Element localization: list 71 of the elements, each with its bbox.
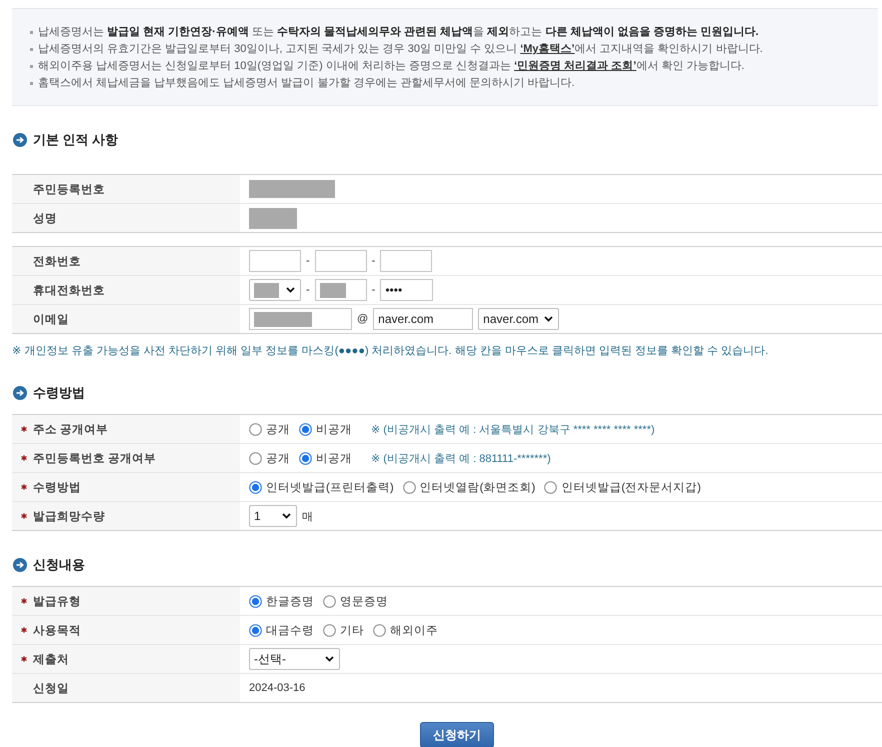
section-title: 수령방법	[33, 384, 85, 402]
dropdown-select[interactable]	[249, 279, 301, 301]
radio-option[interactable]: 해외이주	[373, 622, 438, 638]
field-label: 신청일	[33, 682, 69, 696]
text-input[interactable]	[249, 308, 352, 330]
value-text: @	[357, 313, 368, 325]
notice-text: 납세증명서는 발급일 현재 기한연장·유예액 또는 수탁자의 물적납세의무와 관련된 체납액을 제외하고는 다른 체납액이 없음을 증명하는 민원입니다.	[38, 25, 759, 40]
notice-link[interactable]: ‘민원증명 처리결과 조회’	[514, 60, 636, 72]
field-label: 주민등록번호 공개여부	[33, 452, 156, 466]
bullet-icon	[30, 65, 33, 68]
dropdown-select[interactable]: 1	[249, 505, 297, 527]
text-input[interactable]	[380, 250, 432, 272]
submit-button[interactable]: 신청하기	[420, 722, 494, 747]
field-label: 발급희망수량	[33, 510, 105, 524]
hint-text: ※ (비공개시 출력 예 : 서울특별시 강북구 **** **** **** ****)	[371, 422, 655, 436]
field-label: 제출처	[33, 652, 69, 666]
redacted-block	[320, 282, 346, 298]
field-label: 성명	[33, 212, 57, 226]
chevron-down-icon	[282, 513, 291, 519]
text-input[interactable]	[249, 250, 301, 272]
dropdown-select[interactable]: naver.com	[478, 308, 560, 330]
field-label: 전화번호	[33, 254, 81, 268]
notice-text: 해외이주용 납세증명서는 신청일로부터 10일(영업일 기준) 이내에 처리하는 증명으로 신청결과는 ‘민원증명 처리결과 조회’에서 확인 가능합니다.	[38, 59, 744, 74]
value-text: 2024-03-16	[249, 682, 306, 694]
radio-option[interactable]: 공개	[249, 450, 290, 466]
chevron-down-icon	[325, 656, 334, 662]
hint-text: ※ (비공개시 출력 예 : 881111-*******)	[371, 452, 551, 466]
masking-notice-text: ※ 개인정보 유출 가능성을 사전 차단하기 위해 일부 정보를 마스킹(●●●●) 처리하였습니다. 해당 칸을 마우스로 클릭하면 입력된 정보를 확인할 수 있습니다.	[12, 344, 770, 358]
text-input[interactable]: naver.com	[373, 308, 474, 330]
radio-option[interactable]: 영문증명	[323, 594, 388, 608]
section-title: 기본 인적 사항	[33, 131, 118, 149]
field-label: 발급유형	[33, 594, 81, 608]
text-input[interactable]	[314, 279, 367, 301]
field-label: 이메일	[33, 312, 69, 326]
radio-option[interactable]: 인터넷열람(화면조회)	[402, 480, 536, 494]
value-text: -	[372, 284, 376, 296]
field-label: 수령방법	[33, 480, 81, 494]
bullet-icon	[30, 82, 33, 85]
radio-option[interactable]: 공개	[249, 422, 290, 436]
field-label: 휴대전화번호	[33, 284, 105, 298]
text-input[interactable]: ••••	[380, 279, 434, 301]
notice-text: 홈택스에서 체납세금을 납부했음에도 납세증명서 발급이 불가할 경우에는 관할세무서에 문의하시기 바랍니다.	[38, 76, 575, 91]
field-label: 주민등록번호	[33, 182, 105, 196]
radio-option[interactable]: 기타	[323, 622, 364, 638]
chevron-down-icon	[544, 316, 554, 322]
value-text: -	[372, 255, 376, 267]
value-text: -	[306, 284, 310, 296]
field-label: 사용목적	[33, 624, 81, 638]
radio-option[interactable]: 비공개	[299, 422, 352, 436]
arrow-circle-icon	[13, 386, 27, 400]
redacted-block	[254, 312, 312, 326]
radio-option[interactable]: 한글증명	[249, 594, 314, 608]
radio-option[interactable]: 인터넷발급(전자문서지갑)	[544, 480, 702, 494]
arrow-circle-icon	[13, 558, 27, 572]
chevron-down-icon	[286, 287, 295, 293]
section-title: 신청내용	[33, 556, 85, 574]
text-input[interactable]	[314, 250, 367, 272]
value-text: 매	[302, 510, 313, 524]
arrow-circle-icon	[13, 133, 27, 147]
bullet-icon	[30, 48, 33, 51]
notice-text: 납세증명서의 유효기간은 발급일로부터 30일이나, 고지된 국세가 있는 경우 30일 미만일 수 있으니 ‘My홈택스’에서 고지내역을 확인하시기 바랍니다.	[38, 42, 763, 57]
radio-option[interactable]: 비공개	[299, 450, 352, 466]
redacted-block	[249, 208, 297, 228]
bullet-icon	[30, 31, 33, 34]
field-label: 주소 공개여부	[33, 422, 108, 436]
value-text: -	[306, 255, 310, 267]
radio-option[interactable]: 대금수령	[249, 622, 314, 638]
dropdown-select[interactable]: -선택-	[249, 648, 340, 670]
radio-option[interactable]: 인터넷발급(프린터출력)	[249, 480, 394, 494]
notice-link[interactable]: ‘My홈택스’	[520, 43, 575, 55]
redacted-block	[254, 282, 280, 298]
